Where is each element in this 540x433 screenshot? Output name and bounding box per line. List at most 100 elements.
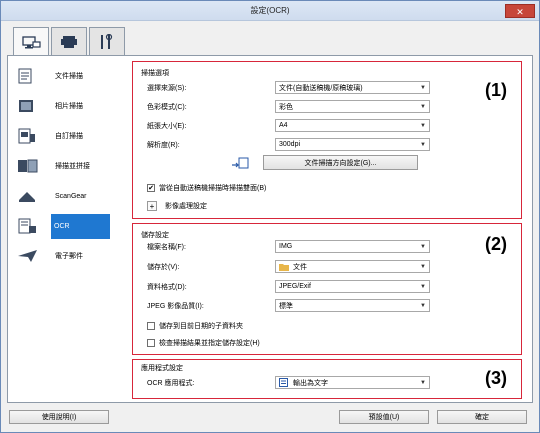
resolution-dropdown[interactable]: 300dpi ▼ <box>275 138 430 151</box>
ocr-app-dropdown[interactable]: 輸出為文字 ▼ <box>275 376 430 389</box>
sidebar-item-label: 掃描並拼接 <box>55 163 90 170</box>
sidebar-item-email[interactable]: 電子郵件 <box>9 241 127 271</box>
sidebar-item-label: 文件掃描 <box>55 73 83 80</box>
check-results-checkbox-label: 檢查掃描結果並指定儲存設定(H) <box>159 340 260 347</box>
save-in-value: 文件 <box>293 263 307 271</box>
paper-size-row: 紙張大小(E): A4 ▼ <box>147 119 430 132</box>
app-settings-title: 應用程式設定 <box>141 365 183 372</box>
ocr-app-row: OCR 應用程式: 輸出為文字 ▼ <box>147 376 430 389</box>
jpeg-quality-value: 標準 <box>279 302 293 310</box>
jpeg-quality-label: JPEG 影像品質(I): <box>147 302 204 310</box>
ok-button[interactable]: 確定 <box>437 410 527 424</box>
tab-scan-from-panel[interactable] <box>51 27 87 55</box>
color-mode-value: 彩色 <box>279 103 293 111</box>
resolution-label: 解析度(R): <box>147 141 180 149</box>
app-settings-panel: 應用程式設定 (3) OCR 應用程式: 輸出為文字 ▼ <box>132 359 522 399</box>
duplex-option[interactable]: ✔ 當從自動送稿機掃描時掃描雙面(B) <box>147 183 266 193</box>
chevron-down-icon: ▼ <box>420 263 426 270</box>
chevron-down-icon: ▼ <box>420 141 426 148</box>
image-processing-label: 影像處理設定 <box>165 203 207 210</box>
color-mode-dropdown[interactable]: 彩色 ▼ <box>275 100 430 113</box>
paper-size-dropdown[interactable]: A4 ▼ <box>275 119 430 132</box>
paper-size-value: A4 <box>279 122 288 129</box>
title-bar: 設定(OCR) ✕ <box>1 1 539 21</box>
subfolder-option[interactable]: 儲存到目前日期的子資料夾 <box>147 321 243 331</box>
select-source-value: 文件(自動送稿機/原稿玻璃) <box>279 84 363 92</box>
scan-options-title: 掃描選項 <box>141 70 169 77</box>
select-source-label: 選擇來源(S): <box>147 84 187 92</box>
check-results-checkbox[interactable] <box>147 339 155 347</box>
data-format-value: JPEG/Exif <box>279 283 311 290</box>
save-in-value-wrap: 文件 <box>279 262 307 272</box>
jpeg-quality-dropdown[interactable]: 標準 ▼ <box>275 299 430 312</box>
tab-scan-from-computer[interactable] <box>13 27 49 57</box>
scanner-computer-icon <box>22 35 41 48</box>
color-mode-label: 色彩模式(C): <box>147 103 187 111</box>
image-processing-expander[interactable]: + 影像處理設定 <box>147 201 207 211</box>
photo-scan-icon <box>15 97 41 115</box>
sidebar-item-custom-scan[interactable]: 自訂掃描 <box>9 121 127 151</box>
data-format-dropdown[interactable]: JPEG/Exif ▼ <box>275 280 430 293</box>
data-format-row: 資料格式(D): JPEG/Exif ▼ <box>147 280 430 293</box>
section-number-3: (3) <box>485 368 507 388</box>
file-name-label: 檔案名稱(F): <box>147 243 186 251</box>
orientation-icon <box>232 157 249 168</box>
section-number-2: (2) <box>485 234 507 254</box>
sidebar-item-ocr[interactable]: OCR <box>9 211 127 241</box>
section-number-1: (1) <box>485 80 507 100</box>
duplex-checkbox[interactable]: ✔ <box>147 184 155 192</box>
orientation-settings-button[interactable]: 文件掃描方向設定(G)... <box>263 155 418 170</box>
tools-icon <box>101 33 113 49</box>
settings-window: 設定(OCR) ✕ 文件掃描 相片掃描 自訂掃描 掃描並拼接 ScanGear … <box>0 0 540 433</box>
sidebar-item-photo-scan[interactable]: 相片掃描 <box>9 91 127 121</box>
ocr-icon <box>15 217 41 235</box>
sidebar-item-scangear[interactable]: ScanGear <box>9 181 127 211</box>
data-format-label: 資料格式(D): <box>147 283 187 291</box>
subfolder-checkbox-label: 儲存到目前日期的子資料夾 <box>159 323 243 330</box>
expand-plus-icon[interactable]: + <box>147 201 157 211</box>
subfolder-checkbox[interactable] <box>147 322 155 330</box>
color-mode-row: 色彩模式(C): 彩色 ▼ <box>147 100 430 113</box>
chevron-down-icon: ▼ <box>420 302 426 309</box>
custom-scan-icon <box>15 127 41 145</box>
chevron-down-icon: ▼ <box>420 283 426 290</box>
sidebar-item-label: ScanGear <box>55 192 87 200</box>
chevron-down-icon: ▼ <box>420 122 426 129</box>
email-icon <box>15 247 41 265</box>
save-in-row: 儲存於(V): 文件 ▼ <box>147 260 430 273</box>
help-button[interactable]: 使用說明(I) <box>9 410 109 424</box>
check-results-option[interactable]: 檢查掃描結果並指定儲存設定(H) <box>147 338 260 348</box>
defaults-button[interactable]: 預設值(U) <box>339 410 429 424</box>
paper-size-label: 紙張大小(E): <box>147 122 187 130</box>
scangear-icon <box>15 187 41 205</box>
stitch-scan-icon <box>15 157 41 175</box>
sidebar-item-label: 自訂掃描 <box>55 133 83 140</box>
duplex-checkbox-label: 當從自動送稿機掃描時掃描雙面(B) <box>159 185 267 192</box>
save-in-label: 儲存於(V): <box>147 263 180 271</box>
save-in-dropdown[interactable]: 文件 ▼ <box>275 260 430 273</box>
ocr-app-value-wrap: 輸出為文字 <box>279 378 328 388</box>
scan-options-panel: 掃描選項 (1) 選擇來源(S): 文件(自動送稿機/原稿玻璃) ▼ 色彩模式(C… <box>132 61 522 219</box>
save-settings-title: 儲存設定 <box>141 232 169 239</box>
select-source-row: 選擇來源(S): 文件(自動送稿機/原稿玻璃) ▼ <box>147 81 430 94</box>
tab-general-settings[interactable] <box>89 27 125 55</box>
sidebar-item-document-scan[interactable]: 文件掃描 <box>9 61 127 91</box>
ocr-app-value: 輸出為文字 <box>293 379 328 387</box>
sidebar: 文件掃描 相片掃描 自訂掃描 掃描並拼接 ScanGear OCR 電子郵件 <box>9 61 127 271</box>
ocr-app-label: OCR 應用程式: <box>147 379 195 387</box>
chevron-down-icon: ▼ <box>420 84 426 91</box>
document-scan-icon <box>15 67 41 85</box>
sidebar-item-stitch-scan[interactable]: 掃描並拼接 <box>9 151 127 181</box>
jpeg-quality-row: JPEG 影像品質(I): 標準 ▼ <box>147 299 430 312</box>
window-title: 設定(OCR) <box>250 6 290 15</box>
sidebar-item-label: 相片掃描 <box>55 103 83 110</box>
resolution-value: 300dpi <box>279 141 301 148</box>
folder-icon <box>279 263 289 271</box>
select-source-dropdown[interactable]: 文件(自動送稿機/原稿玻璃) ▼ <box>275 81 430 94</box>
save-settings-panel: 儲存設定 (2) 檔案名稱(F): IMG ▼ 儲存於(V): 文件 ▼ 資料格式… <box>132 223 522 355</box>
tab-bar <box>13 27 127 57</box>
orientation-row: 文件掃描方向設定(G)... <box>231 155 418 170</box>
file-name-input[interactable]: IMG ▼ <box>275 240 430 253</box>
close-button[interactable]: ✕ <box>505 4 535 18</box>
sidebar-item-label: 電子郵件 <box>55 253 83 260</box>
